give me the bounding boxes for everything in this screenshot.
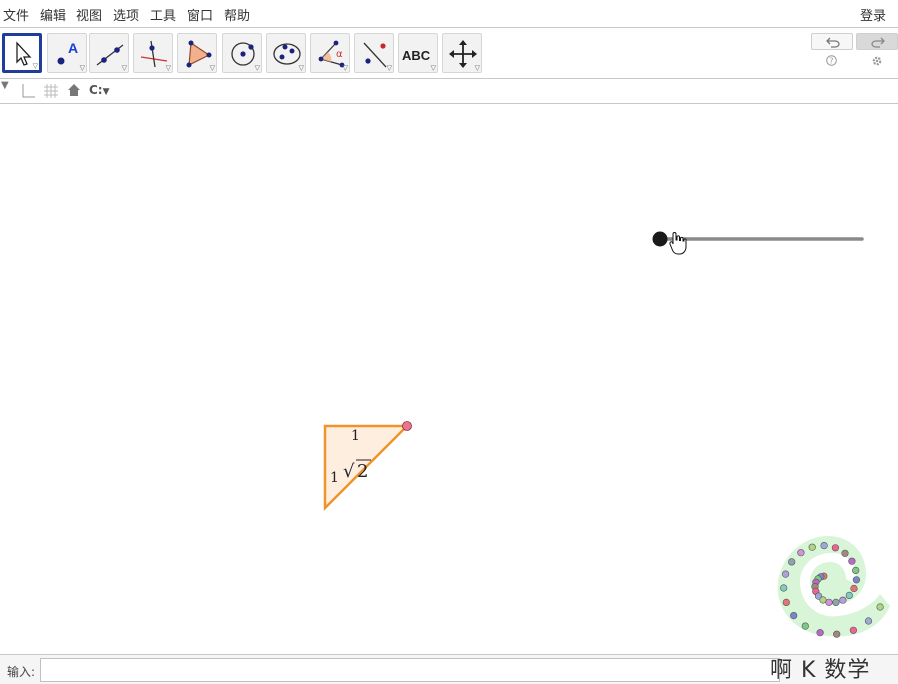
watermark-text: 啊 K 数学 [770, 658, 871, 683]
spiral-dot [808, 543, 816, 551]
point-capture-dropdown[interactable]: C:▼ [89, 83, 110, 97]
hypotenuse-radical: √ [343, 461, 355, 482]
slider-knob[interactable] [652, 231, 668, 247]
spiral-dot [864, 617, 873, 625]
spiral-dot [831, 544, 840, 552]
hypotenuse-value: 2 [357, 461, 368, 482]
menu-edit[interactable]: 编辑 [40, 5, 66, 24]
toggle-stylebar-icon[interactable]: ▼ [1, 80, 9, 91]
perpendicular-tool-button[interactable]: ▽ [133, 33, 173, 73]
axes-icon[interactable] [20, 83, 36, 102]
help-icon[interactable]: ? [826, 55, 837, 69]
spiral-dot [852, 576, 861, 584]
spiral-dot [816, 629, 824, 637]
side-left-label: 1 [330, 470, 339, 486]
spiral-dot [790, 612, 798, 620]
chevron-down-icon: ▼ [102, 87, 110, 97]
spiral-backdrop [777, 536, 890, 637]
redo-icon [871, 37, 885, 48]
spiral-dot [876, 603, 884, 611]
style-bar: ▼ C:▼ [0, 80, 898, 104]
spiral-dot [832, 598, 840, 607]
spiral-dot [819, 596, 827, 604]
undo-icon [826, 37, 840, 48]
line-icon [96, 44, 124, 66]
spiral-dot [849, 626, 858, 634]
reflect-tool-button[interactable]: ▽ [354, 33, 394, 73]
menu-file[interactable]: 文件 [3, 5, 29, 24]
svg-text:?: ? [829, 57, 833, 66]
line-tool-button[interactable]: ▽ [89, 33, 129, 73]
ellipse-icon [273, 43, 301, 65]
circle-center-point-icon [231, 42, 255, 66]
spiral-dot [850, 584, 858, 593]
toolbar: ▽ A ▽ ▽ ▽ ▽ ▽ ▽ α ▽ ▽ ABC ▽ ▽ ? [0, 29, 898, 79]
circle-tool-button[interactable]: ▽ [222, 33, 262, 73]
spiral-dot [845, 591, 853, 600]
menu-tools[interactable]: 工具 [150, 5, 176, 24]
menu-window[interactable]: 窗口 [187, 5, 213, 24]
point-tool-button[interactable]: A ▽ [47, 33, 87, 73]
menu-view[interactable]: 视图 [76, 5, 102, 24]
move-graphics-view-icon [449, 40, 477, 68]
menu-bar: 文件 编辑 视图 选项 工具 窗口 帮助 登录 [0, 0, 898, 28]
input-label: 输入: [7, 665, 36, 679]
polygon-icon [186, 40, 212, 68]
ellipse-tool-button[interactable]: ▽ [266, 33, 306, 73]
home-icon[interactable] [67, 83, 81, 100]
text-tool-button[interactable]: ABC ▽ [398, 33, 438, 73]
login-link[interactable]: 登录 [860, 5, 886, 24]
spiral-dot [782, 598, 790, 607]
reflect-line-icon [363, 42, 387, 68]
input-bar: 输入: [0, 654, 898, 684]
settings-gear-icon[interactable] [871, 55, 883, 70]
spiral-dot [839, 596, 847, 604]
spiral-dot [788, 558, 796, 566]
menu-help[interactable]: 帮助 [224, 5, 250, 24]
graphics-canvas: 1 1 √ 2 [323, 231, 890, 638]
side-top-label: 1 [351, 428, 360, 444]
spiral-dot [848, 557, 856, 565]
point-icon: A [57, 40, 78, 65]
graphics-view[interactable]: 1 1 √ 2 [0, 104, 898, 654]
move-tool-button[interactable]: ▽ [2, 33, 42, 73]
angle-symbol: α [336, 49, 343, 60]
undo-button[interactable] [811, 33, 853, 50]
spiral-dot [801, 622, 809, 630]
spiral-dot [780, 584, 788, 592]
perpendicular-line-icon [140, 40, 168, 68]
spiral-dot [833, 630, 841, 638]
spiral-dot [781, 570, 790, 578]
grid-icon[interactable] [43, 83, 59, 102]
point-label: A [68, 40, 78, 56]
move-view-tool-button[interactable]: ▽ [442, 33, 482, 73]
spiral-logo [777, 536, 890, 638]
polygon-tool-button[interactable]: ▽ [177, 33, 217, 73]
spiral-dot [825, 598, 833, 606]
triangle-vertex-point[interactable] [402, 421, 412, 431]
spiral-dot [852, 566, 860, 575]
spiral-dot [797, 549, 805, 557]
menu-options[interactable]: 选项 [113, 5, 139, 24]
redo-button[interactable] [856, 33, 898, 50]
angle-icon: α [318, 40, 345, 68]
hand-cursor-icon [669, 232, 687, 255]
algebra-input-field[interactable] [40, 658, 780, 682]
point-capture-label: C: [89, 83, 103, 97]
text-icon: ABC [402, 48, 431, 63]
text-tool-label: ABC [402, 48, 431, 63]
spiral-dot [841, 549, 849, 557]
spiral-dot [820, 542, 828, 550]
angle-tool-button[interactable]: α ▽ [310, 33, 350, 73]
